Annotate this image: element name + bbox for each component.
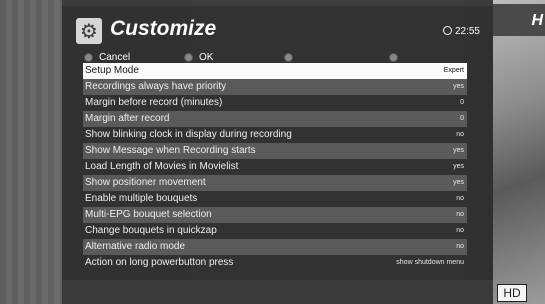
setting-value: no: [456, 195, 464, 202]
yellow-button-icon: [284, 52, 293, 62]
setting-row-multiple-bouquets[interactable]: Enable multiple bouquets no: [83, 191, 467, 207]
ok-button[interactable]: OK: [184, 51, 213, 63]
setting-row-powerbutton[interactable]: Action on long powerbutton press show sh…: [83, 255, 467, 271]
setting-value: 0: [460, 115, 464, 122]
green-button-icon: [184, 52, 193, 62]
setting-value: yes: [453, 147, 464, 154]
setting-row-recordings-priority[interactable]: Recordings always have priority yes: [83, 79, 467, 95]
yellow-button[interactable]: [284, 51, 299, 63]
setting-row-radio-mode[interactable]: Alternative radio mode no: [83, 239, 467, 255]
panel-top-border: [62, 0, 493, 6]
setting-label: Action on long powerbutton press: [85, 257, 234, 268]
setting-value: no: [456, 227, 464, 234]
hd-badge: HD: [497, 284, 527, 302]
setting-row-setup-mode[interactable]: Setup Mode Expert: [83, 63, 467, 79]
setting-label: Multi-EPG bouquet selection: [85, 209, 212, 220]
setting-row-quickzap[interactable]: Change bouquets in quickzap no: [83, 223, 467, 239]
setting-value: no: [456, 243, 464, 250]
setting-row-margin-after[interactable]: Margin after record 0: [83, 111, 467, 127]
setting-value: 0: [460, 99, 464, 106]
blue-button[interactable]: [389, 51, 404, 63]
window-title: Customize: [110, 17, 217, 40]
setting-row-recording-message[interactable]: Show Message when Recording starts yes: [83, 143, 467, 159]
panel-bottom-strip: [62, 280, 493, 304]
setting-label: Load Length of Movies in Movielist: [85, 161, 239, 172]
settings-list: Setup Mode Expert Recordings always have…: [83, 63, 467, 271]
setting-label: Change bouquets in quickzap: [85, 225, 217, 236]
clock-icon: [442, 26, 452, 35]
setting-value: show shutdown menu: [396, 259, 464, 266]
customize-window: ⚙ Customize 22:55 Cancel OK Setup Mode E…: [62, 0, 493, 304]
setting-value: no: [456, 211, 464, 218]
window-header: ⚙ Customize 22:55: [76, 17, 486, 48]
channel-logo: H: [531, 12, 543, 29]
setting-row-blinking-clock[interactable]: Show blinking clock in display during re…: [83, 127, 467, 143]
setting-value: Expert: [443, 67, 464, 74]
setting-value: yes: [453, 163, 464, 170]
blue-button-icon: [389, 52, 398, 62]
cancel-button-label: Cancel: [99, 51, 131, 63]
cancel-button[interactable]: Cancel: [84, 51, 130, 63]
red-button-icon: [84, 52, 93, 62]
setting-label: Show positioner movement: [85, 177, 206, 188]
setting-label: Enable multiple bouquets: [85, 193, 198, 204]
background-video-right: [493, 0, 545, 304]
clock: 22:55: [442, 26, 480, 37]
setting-label: Margin after record: [85, 113, 170, 124]
setting-value: yes: [453, 83, 464, 90]
setting-label: Alternative radio mode: [85, 241, 186, 252]
setting-label: Recordings always have priority: [85, 81, 227, 92]
setting-value: no: [456, 131, 464, 138]
setting-value: yes: [453, 179, 464, 186]
setting-label: Show Message when Recording starts: [85, 145, 256, 156]
setting-row-positioner-movement[interactable]: Show positioner movement yes: [83, 175, 467, 191]
setting-row-multi-epg[interactable]: Multi-EPG bouquet selection no: [83, 207, 467, 223]
color-button-bar: Cancel OK: [84, 51, 484, 63]
setting-row-margin-before[interactable]: Margin before record (minutes) 0: [83, 95, 467, 111]
background-video-left: [0, 0, 62, 304]
ok-button-label: OK: [199, 51, 214, 63]
setting-label: Show blinking clock in display during re…: [85, 129, 292, 140]
setting-label: Margin before record (minutes): [85, 97, 223, 108]
clock-time: 22:55: [454, 26, 480, 37]
channel-logo-strip: H: [493, 4, 545, 36]
setting-row-movie-length[interactable]: Load Length of Movies in Movielist yes: [83, 159, 467, 175]
setting-label: Setup Mode: [85, 65, 139, 76]
gear-icon: ⚙: [76, 18, 102, 44]
